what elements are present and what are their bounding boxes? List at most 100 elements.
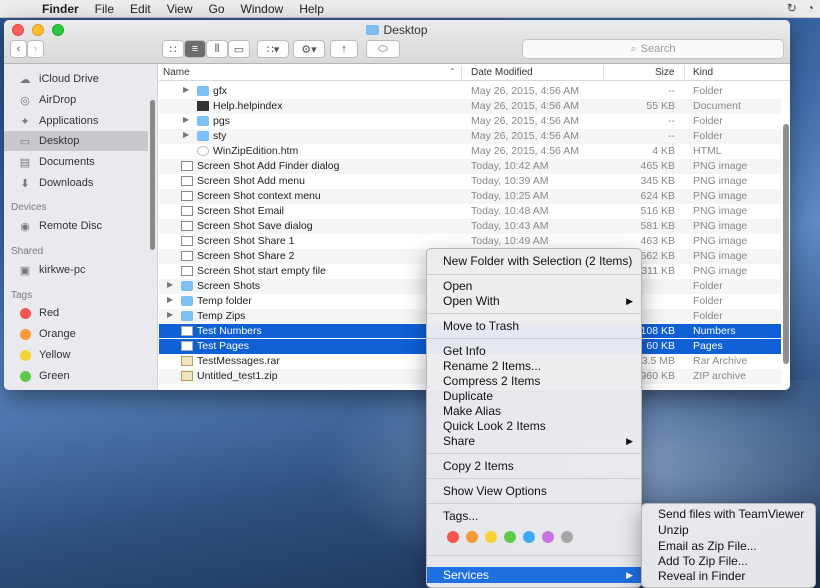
services-submenu: Send files with TeamViewer Unzip Email a… <box>641 503 816 588</box>
menu-item-unzip[interactable]: Unzip <box>642 523 817 538</box>
menu-item-services[interactable]: Services ▶ <box>427 567 641 583</box>
sidebar-item-downloads[interactable]: ⬇ Downloads <box>4 173 148 193</box>
finder-window: Desktop ‹ › ∷ ≡ ⫴ ▭ ∷▾ ⚙▾ ↑ ⬭ ⌕ Search ☁… <box>4 20 790 390</box>
file-name: gfx <box>213 85 228 97</box>
gray-tag-dot-icon[interactable] <box>561 531 573 543</box>
submenu-arrow-icon: ▶ <box>626 570 633 580</box>
red-tag-dot-icon[interactable] <box>447 531 459 543</box>
search-icon: ⌕ <box>630 42 637 55</box>
menu-view[interactable]: View <box>159 2 201 16</box>
table-row[interactable]: Help.helpindex May 26, 2015, 4:56 AM 55 KB… <box>159 99 781 114</box>
disclosure-triangle-icon[interactable]: ▶ <box>183 130 189 139</box>
forward-button[interactable]: › <box>27 40 44 58</box>
file-size: 624 KB <box>640 190 675 202</box>
sidebar-item-icloud-drive[interactable]: ☁ iCloud Drive <box>4 69 148 89</box>
wifi-icon[interactable]: ◔ <box>807 1 814 15</box>
table-row[interactable]: WinZipEdition.htm May 26, 2015, 4:56 AM 4 … <box>159 144 781 159</box>
sidebar-item-desktop[interactable]: ▭ Desktop <box>4 131 148 151</box>
sidebar-item-remote-disc[interactable]: ◉ Remote Disc <box>4 216 148 236</box>
purple-tag-dot-icon[interactable] <box>542 531 554 543</box>
search-field[interactable]: ⌕ Search <box>522 39 784 59</box>
menu-separator <box>427 453 641 454</box>
table-row[interactable]: Screen Shot Save dialog Today, 10:43 AM 58… <box>159 219 781 234</box>
tag-icon: ⬭ <box>378 42 388 55</box>
folder-icon <box>197 131 209 141</box>
table-row[interactable]: ▶ pgs May 26, 2015, 4:56 AM -- Folder <box>159 114 781 129</box>
action-button[interactable]: ⚙▾ <box>293 40 325 58</box>
sidebar-item-tag-yellow[interactable]: Yellow <box>4 345 148 365</box>
list-view-button[interactable]: ≡ <box>184 40 206 58</box>
menu-item-show-view-options[interactable]: Show View Options <box>427 483 641 499</box>
sidebar-item-documents[interactable]: ▤ Documents <box>4 152 148 172</box>
table-row[interactable]: ▶ gfx May 26, 2015, 4:56 AM -- Folder <box>159 84 781 99</box>
file-size: -- <box>668 85 675 97</box>
image-file-icon <box>181 221 193 231</box>
cover-flow-button[interactable]: ▭ <box>228 40 250 58</box>
blue-tag-dot-icon[interactable] <box>523 531 535 543</box>
menu-item-copy[interactable]: Copy 2 Items <box>427 458 641 474</box>
menu-item-new-folder-with-selection[interactable]: New Folder with Selection (2 Items) <box>427 253 641 269</box>
sidebar-item-airdrop[interactable]: ◎ AirDrop <box>4 90 148 110</box>
sidebar-scrollbar[interactable] <box>150 100 155 250</box>
sidebar-item-tag-orange[interactable]: Orange <box>4 324 148 344</box>
table-row[interactable]: Screen Shot Add Finder dialog Today, 10:4… <box>159 159 781 174</box>
menu-item-rename[interactable]: Rename 2 Items... <box>427 358 641 374</box>
arrange-button[interactable]: ∷▾ <box>257 40 289 58</box>
menu-window[interactable]: Window <box>233 2 292 16</box>
menu-app-finder[interactable]: Finder <box>34 2 87 16</box>
menu-item-duplicate[interactable]: Duplicate <box>427 388 641 404</box>
sidebar-item-tag-green[interactable]: Green <box>4 366 148 386</box>
menu-item-open-with[interactable]: Open With ▶ <box>427 293 641 309</box>
green-tag-dot-icon[interactable] <box>504 531 516 543</box>
yellow-tag-dot-icon[interactable] <box>485 531 497 543</box>
table-row[interactable]: Screen Shot Email Today, 10:48 AM 516 KB PN… <box>159 204 781 219</box>
file-name: Screen Shot Share 2 <box>197 250 295 262</box>
menu-help[interactable]: Help <box>291 2 332 16</box>
sidebar-item-applications[interactable]: ✦ Applications <box>4 111 148 131</box>
menu-item-send-files-teamviewer[interactable]: Send files with TeamViewer <box>642 507 817 522</box>
column-header-name[interactable]: Name <box>163 67 190 78</box>
table-row[interactable]: Screen Shot Share 1 Today, 10:49 AM 463 KB… <box>159 234 781 249</box>
icon-view-button[interactable]: ∷ <box>162 40 184 58</box>
menu-item-move-to-trash[interactable]: Move to Trash <box>427 318 641 334</box>
chevron-right-icon: › <box>33 43 38 55</box>
column-header-size[interactable]: Size <box>655 67 674 78</box>
menu-item-tags[interactable]: Tags... <box>427 508 641 524</box>
menu-item-reveal-in-finder[interactable]: Reveal in Finder <box>642 569 817 584</box>
table-row[interactable]: ▶ sty May 26, 2015, 4:56 AM -- Folder <box>159 129 781 144</box>
file-date: May 26, 2015, 4:56 AM <box>471 115 579 127</box>
file-name: Screen Shot start empty file <box>197 265 326 277</box>
column-header-date[interactable]: Date Modified <box>471 67 533 78</box>
column-view-button[interactable]: ⫴ <box>206 40 228 58</box>
menu-file[interactable]: File <box>87 2 122 16</box>
submenu-arrow-icon: ▶ <box>626 296 633 306</box>
disclosure-triangle-icon[interactable]: ▶ <box>167 295 173 304</box>
menu-item-share[interactable]: Share ▶ <box>427 433 641 449</box>
menu-item-add-to-zip[interactable]: Add To Zip File... <box>642 554 817 569</box>
menu-item-make-alias[interactable]: Make Alias <box>427 403 641 419</box>
disclosure-triangle-icon[interactable]: ▶ <box>183 85 189 94</box>
menu-item-get-info[interactable]: Get Info <box>427 343 641 359</box>
back-button[interactable]: ‹ <box>10 40 27 58</box>
disclosure-triangle-icon[interactable]: ▶ <box>167 310 173 319</box>
sidebar-item-kirkwe-pc[interactable]: ▣ kirkwe-pc <box>4 260 148 280</box>
menu-go[interactable]: Go <box>201 2 233 16</box>
orange-tag-dot-icon[interactable] <box>466 531 478 543</box>
disclosure-triangle-icon[interactable]: ▶ <box>167 280 173 289</box>
menu-item-quick-look[interactable]: Quick Look 2 Items <box>427 418 641 434</box>
time-machine-icon[interactable]: ↻ <box>787 1 797 15</box>
list-scrollbar[interactable] <box>783 124 789 364</box>
column-header-kind[interactable]: Kind <box>693 67 713 78</box>
edit-tags-button[interactable]: ⬭ <box>366 40 400 58</box>
menu-item-open[interactable]: Open <box>427 278 641 294</box>
table-row[interactable]: Screen Shot Add menu Today, 10:39 AM 345 K… <box>159 174 781 189</box>
file-kind: Folder <box>693 85 723 97</box>
disclosure-triangle-icon[interactable]: ▶ <box>183 115 189 124</box>
menu-item-email-as-zip[interactable]: Email as Zip File... <box>642 539 817 554</box>
share-button[interactable]: ↑ <box>330 40 358 58</box>
table-row[interactable]: Screen Shot context menu Today, 10:25 AM 6… <box>159 189 781 204</box>
list-icon: ≡ <box>191 43 199 55</box>
menu-item-compress[interactable]: Compress 2 Items <box>427 373 641 389</box>
menu-edit[interactable]: Edit <box>122 2 159 16</box>
sidebar-item-tag-red[interactable]: Red <box>4 303 148 323</box>
